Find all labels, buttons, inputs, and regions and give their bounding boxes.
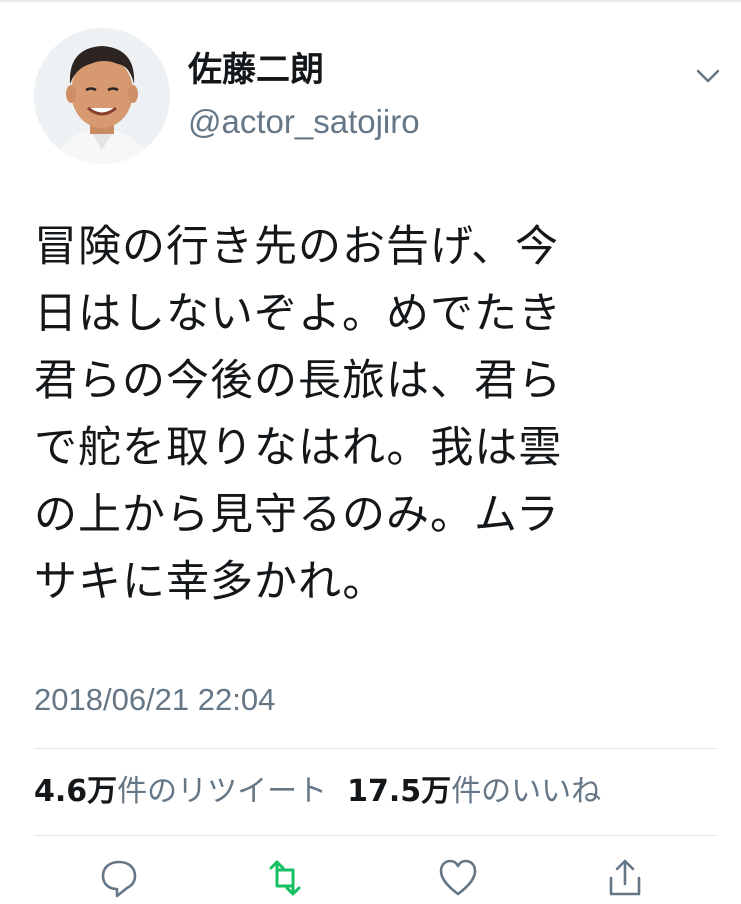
tweet-text: 冒険の行き先のお告げ、今 日はしないぞよ。めでたき 君らの今後の長旅は、君ら で… (34, 222, 563, 607)
retweet-count: 4.6万 (34, 774, 118, 809)
like-count-stat[interactable]: 17.5万件のいいね (347, 770, 601, 814)
retweet-icon[interactable] (263, 856, 307, 900)
divider (34, 835, 716, 836)
tweet-stats: 4.6万件のリツイート 17.5万件のいいね (34, 770, 601, 814)
tweet-header: 佐藤二朗 @actor_satojiro (34, 28, 724, 168)
top-divider (0, 0, 741, 2)
author-names: 佐藤二朗 @actor_satojiro (188, 50, 420, 142)
user-handle[interactable]: @actor_satojiro (188, 102, 420, 142)
reply-icon[interactable] (97, 856, 141, 900)
chevron-down-icon[interactable] (694, 62, 722, 90)
tweet-timestamp[interactable]: 2018/06/21 22:04 (34, 680, 275, 720)
like-label: 件のいいね (451, 774, 602, 809)
like-count: 17.5万 (347, 774, 452, 809)
display-name[interactable]: 佐藤二朗 (188, 50, 420, 90)
avatar-photo (34, 28, 170, 164)
retweet-label: 件のリツイート (117, 774, 328, 809)
share-icon[interactable] (603, 856, 647, 900)
avatar[interactable] (34, 28, 170, 164)
heart-icon[interactable] (436, 856, 480, 900)
retweet-count-stat[interactable]: 4.6万件のリツイート (34, 770, 327, 814)
divider (34, 748, 716, 749)
tweet-actions (0, 848, 741, 898)
